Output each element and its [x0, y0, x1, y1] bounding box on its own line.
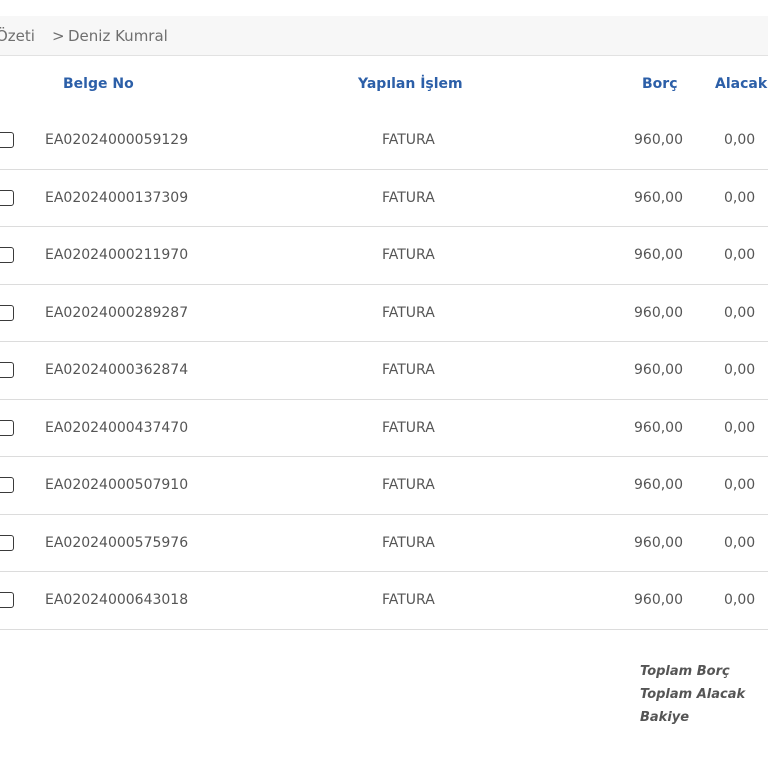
cell-borc: 960,00: [634, 419, 683, 436]
row-checkbox[interactable]: [0, 304, 14, 321]
cell-belge-no: EA02024000437470: [45, 419, 189, 436]
breadcrumb: Özeti > Deniz Kumral: [0, 16, 768, 56]
cell-alacak: 0,00: [724, 534, 756, 551]
cell-belge-no: EA02024000289287: [45, 304, 189, 321]
cell-belge-no: EA02024000507910: [45, 477, 189, 493]
column-header-borc[interactable]: Borç: [642, 56, 678, 112]
balance-label: Bakiye: [640, 710, 690, 725]
table-header: Belge No Yapılan İşlem Borç Alacak: [0, 56, 768, 112]
cell-alacak: 0,00: [724, 592, 756, 608]
table-row: EA02024000362874 FATURA 960,00 0,00: [0, 342, 768, 400]
cell-islem: FATURA: [382, 189, 435, 206]
cell-islem: FATURA: [382, 304, 435, 321]
row-checkbox[interactable]: [0, 477, 14, 493]
cell-islem: FATURA: [382, 477, 435, 493]
row-checkbox[interactable]: [0, 419, 14, 436]
cell-belge-no: EA02024000211970: [45, 247, 189, 263]
table-row: EA02024000643018 FATURA 960,00 0,00: [0, 572, 768, 630]
cell-belge-no: EA02024000643018: [45, 592, 189, 608]
table-row: EA02024000059129 FATURA 960,00 0,00: [0, 112, 768, 170]
breadcrumb-separator: >: [52, 27, 65, 45]
cell-alacak: 0,00: [724, 189, 756, 206]
cell-islem: FATURA: [382, 247, 435, 263]
row-checkbox[interactable]: [0, 534, 14, 551]
cell-islem: FATURA: [382, 132, 435, 148]
row-checkbox[interactable]: [0, 132, 14, 148]
cell-alacak: 0,00: [724, 362, 756, 378]
cell-belge-no: EA02024000059129: [45, 132, 189, 148]
breadcrumb-current: Deniz Kumral: [68, 27, 168, 45]
cell-alacak: 0,00: [724, 477, 756, 493]
table-row: EA02024000211970 FATURA 960,00 0,00: [0, 227, 768, 285]
totals-summary: Toplam Borç Toplam Alacak Bakiye: [640, 660, 745, 729]
cell-islem: FATURA: [382, 592, 435, 608]
table-row: EA02024000575976 FATURA 960,00 0,00: [0, 515, 768, 572]
cell-islem: FATURA: [382, 419, 435, 436]
cell-borc: 960,00: [634, 362, 683, 378]
table-row: EA02024000289287 FATURA 960,00 0,00: [0, 285, 768, 342]
cell-alacak: 0,00: [724, 247, 756, 263]
table-body: EA02024000059129 FATURA 960,00 0,00 EA02…: [0, 112, 768, 630]
cell-belge-no: EA02024000137309: [45, 189, 189, 206]
cell-alacak: 0,00: [724, 304, 756, 321]
table-row: EA02024000507910 FATURA 960,00 0,00: [0, 457, 768, 515]
total-credit-label: Toplam Alacak: [640, 687, 746, 702]
breadcrumb-link-summary[interactable]: Özeti: [0, 16, 35, 56]
cell-belge-no: EA02024000575976: [45, 534, 189, 551]
column-header-belge-no[interactable]: Belge No: [63, 56, 134, 112]
cell-borc: 960,00: [634, 247, 683, 263]
cell-belge-no: EA02024000362874: [45, 362, 189, 378]
column-header-yapilan-islem[interactable]: Yapılan İşlem: [358, 56, 463, 112]
table-row: EA02024000437470 FATURA 960,00 0,00: [0, 400, 768, 457]
cell-alacak: 0,00: [724, 132, 756, 148]
cell-islem: FATURA: [382, 362, 435, 378]
row-checkbox[interactable]: [0, 247, 14, 263]
row-checkbox[interactable]: [0, 592, 14, 608]
cell-borc: 960,00: [634, 477, 683, 493]
cell-borc: 960,00: [634, 189, 683, 206]
table-row: EA02024000137309 FATURA 960,00 0,00: [0, 170, 768, 227]
column-header-alacak[interactable]: Alacak: [715, 56, 767, 112]
cell-borc: 960,00: [634, 304, 683, 321]
total-debit-label: Toplam Borç: [640, 664, 730, 679]
account-statement-page: Özeti > Deniz Kumral Belge No Yapılan İş…: [0, 0, 768, 768]
cell-alacak: 0,00: [724, 419, 756, 436]
cell-islem: FATURA: [382, 534, 435, 551]
cell-borc: 960,00: [634, 534, 683, 551]
cell-borc: 960,00: [634, 592, 683, 608]
row-checkbox[interactable]: [0, 362, 14, 378]
cell-borc: 960,00: [634, 132, 683, 148]
row-checkbox[interactable]: [0, 189, 14, 206]
